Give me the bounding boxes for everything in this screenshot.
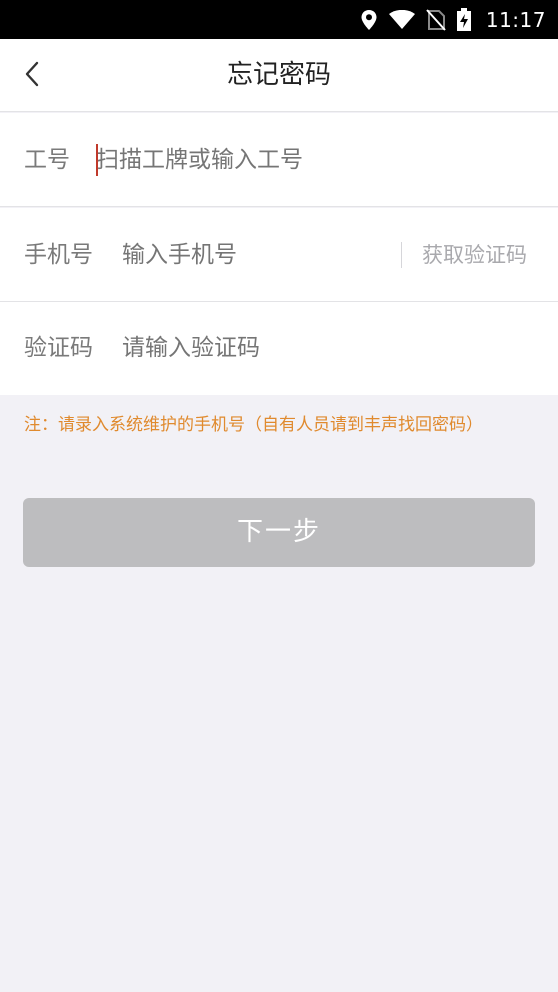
no-sim-icon (426, 8, 446, 31)
code-input[interactable] (122, 302, 542, 395)
get-code-button[interactable]: 获取验证码 (422, 208, 527, 302)
status-icons: 11:17 (360, 0, 546, 39)
text-cursor (96, 144, 98, 176)
employee-id-row: 工号 (0, 113, 558, 207)
phone-input[interactable] (122, 208, 392, 302)
wifi-icon (388, 9, 416, 30)
code-row: 验证码 (0, 302, 558, 395)
page-title: 忘记密码 (226, 60, 331, 90)
notice-text: 注：请录入系统维护的手机号（自有人员请到丰声找回密码） (24, 415, 483, 435)
divider (401, 242, 402, 268)
employee-id-label: 工号 (24, 147, 70, 173)
battery-charging-icon (456, 7, 472, 32)
location-icon (360, 9, 378, 31)
nav-bar: 忘记密码 (0, 39, 558, 112)
next-button[interactable]: 下一步 (23, 498, 535, 567)
status-time: 11:17 (485, 7, 546, 32)
code-label: 验证码 (24, 335, 93, 361)
phone-label: 手机号 (24, 242, 93, 268)
status-bar: 11:17 (0, 0, 558, 39)
phone-row: 手机号 获取验证码 (0, 208, 558, 302)
employee-id-input[interactable] (96, 113, 536, 207)
